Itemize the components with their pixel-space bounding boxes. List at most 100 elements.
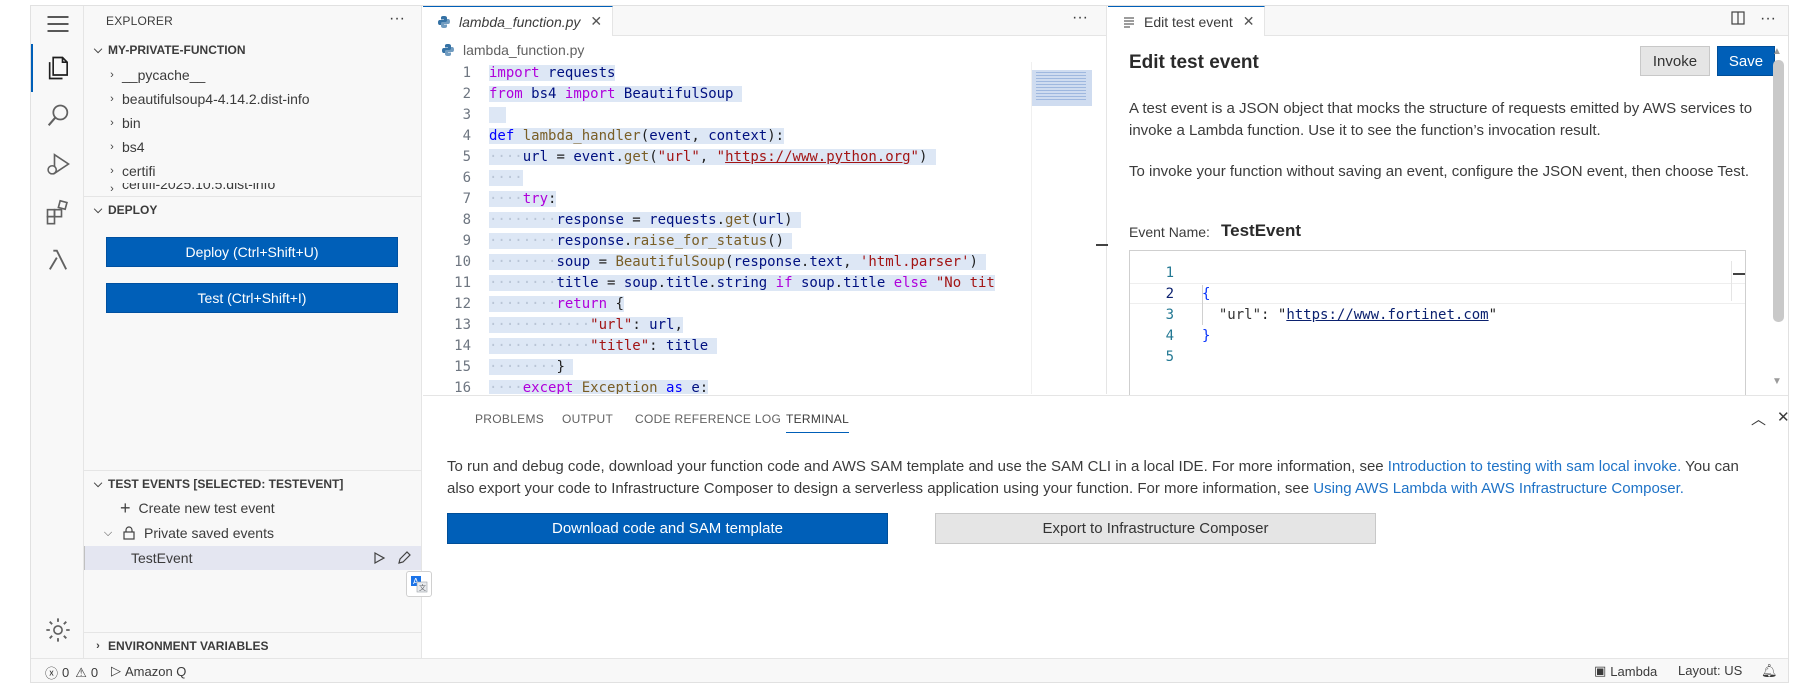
split-editor-icon[interactable] [1730, 10, 1746, 31]
sam-local-invoke-link[interactable]: Introduction to testing with sam local i… [1388, 458, 1681, 475]
private-saved-events-label: Private saved events [144, 525, 274, 541]
tab-edit-test-event[interactable]: Edit test event ✕ [1108, 6, 1266, 36]
tree-item-certifi[interactable]: › certifi [84, 159, 421, 183]
chevron-down-icon: ⌵ [93, 477, 103, 490]
tree-item-bs4[interactable]: › bs4 [84, 135, 421, 159]
run-debug-icon[interactable] [31, 140, 84, 188]
tab-output[interactable]: OUTPUT [562, 412, 613, 426]
notifications-bell-icon[interactable]: 🔔︎ [1761, 663, 1778, 679]
json-editor[interactable]: 1 2{ 3 "url": "https://www.fortinet.com"… [1129, 250, 1746, 400]
create-test-event-item[interactable]: + Create new test event [84, 496, 421, 520]
tree-item-label: __pycache__ [122, 67, 206, 83]
invoke-button[interactable]: Invoke [1640, 46, 1710, 76]
scrollbar-thumb[interactable] [1773, 60, 1784, 322]
tab-terminal[interactable]: TERMINAL [786, 412, 850, 433]
lambda-icon[interactable] [31, 236, 84, 284]
overview-ruler-mark [1733, 273, 1745, 275]
tree-item-pycache[interactable]: › __pycache__ [84, 63, 421, 87]
save-button[interactable]: Save [1717, 46, 1775, 76]
lambda-status[interactable]: ▣ Lambda [1594, 663, 1657, 679]
search-icon[interactable] [31, 92, 84, 140]
more-actions-icon[interactable]: ··· [1760, 10, 1776, 31]
code-area[interactable]: 1 import requests 2 from bs4 import Beauti… [423, 62, 1013, 394]
json-line: 4} [1165, 327, 1211, 344]
test-event-row[interactable]: TestEvent [84, 546, 421, 570]
download-code-button[interactable]: Download code and SAM template [447, 513, 888, 544]
private-saved-events-item[interactable]: ⌵ Private saved events [84, 521, 421, 545]
document-icon [1124, 16, 1134, 28]
code-line: 4 def lambda_handler(event, context): [462, 127, 785, 144]
menu-icon[interactable] [31, 6, 84, 42]
panel-title: Edit test event [1129, 52, 1259, 73]
code-line: 1 import requests [462, 64, 616, 81]
python-file-icon [438, 15, 450, 28]
edit-pencil-icon[interactable] [396, 550, 412, 566]
tree-item-bin[interactable]: › bin [84, 111, 421, 135]
chevron-right-icon: › [110, 183, 114, 193]
close-panel-icon[interactable]: ✕ [1777, 408, 1788, 426]
keyboard-layout-status[interactable]: Layout: US [1678, 663, 1742, 678]
json-line: 3 "url": "https://www.fortinet.com" [1165, 306, 1498, 323]
warning-count: 0 [90, 665, 99, 680]
scroll-down-icon[interactable]: ▼ [1772, 376, 1782, 387]
deploy-button[interactable]: Deploy (Ctrl+Shift+U) [106, 237, 398, 267]
tree-item-label: bin [122, 115, 141, 131]
code-line: 15 ········} [454, 358, 574, 375]
error-count: 0 [62, 665, 70, 680]
json-overview-ruler [1731, 261, 1745, 301]
code-line: 9 ········response.raise_for_status() [462, 232, 793, 249]
editor-tab-bar: lambda_function.py ✕ ··· [423, 6, 1106, 36]
settings-gear-icon[interactable] [31, 606, 84, 654]
section-divider [84, 632, 421, 633]
json-line: 1 [1165, 264, 1174, 281]
chevron-right-icon: › [110, 93, 114, 105]
event-name-value[interactable]: TestEvent [1221, 221, 1301, 241]
tab-label: lambda_function.py [459, 13, 581, 30]
tree-item-certifi-dist-info[interactable]: › certifi-2025.10.5.dist-info [84, 183, 421, 193]
editor-tab-bar: Edit test event ✕ ··· [1108, 6, 1788, 36]
more-actions-icon[interactable]: ··· [389, 10, 405, 28]
svg-text:文: 文 [419, 583, 426, 592]
close-icon[interactable]: ✕ [1243, 13, 1255, 30]
breadcrumb[interactable]: lambda_function.py [441, 39, 584, 61]
amazon-q-label: Amazon Q [125, 663, 187, 679]
amazon-q-status[interactable]: ▷ Amazon Q [111, 663, 186, 679]
export-composer-button[interactable]: Export to Infrastructure Composer [935, 513, 1376, 544]
code-line: 3 [423, 104, 1013, 125]
section-divider [84, 470, 421, 471]
minimap[interactable] [1031, 62, 1108, 394]
infrastructure-composer-link[interactable]: Using AWS Lambda with AWS Infrastructure… [1313, 480, 1684, 497]
more-actions-icon[interactable]: ··· [1072, 9, 1088, 27]
code-line: 6 ···· [462, 169, 523, 186]
tab-lambda-function[interactable]: lambda_function.py ✕ [423, 6, 614, 36]
tree-item-bs4-dist-info[interactable]: › beautifulsoup4-4.14.2.dist-info [84, 87, 421, 111]
play-icon: ▷ [111, 663, 121, 678]
explorer-icon[interactable] [31, 44, 84, 92]
deploy-section-label: DEPLOY [108, 203, 158, 217]
code-line: 10 ········soup = BeautifulSoup(response.… [454, 253, 987, 270]
editor-actions: ··· [1730, 10, 1776, 31]
scroll-up-icon[interactable]: ▲ [1772, 46, 1782, 57]
test-event-description: A test event is a JSON object that mocks… [1129, 100, 1753, 139]
run-event-play-icon[interactable] [372, 551, 386, 565]
chevron-right-icon: › [110, 117, 114, 129]
code-line: 14 ············"title": title [423, 335, 1013, 356]
sam-info-text: To run and debug code, download your fun… [447, 456, 1767, 500]
deploy-section-header[interactable]: ⌵ DEPLOY [84, 199, 421, 221]
maximize-panel-icon[interactable]: ︿ [1751, 408, 1766, 429]
folder-section-header[interactable]: ⌵ MY-PRIVATE-FUNCTION [84, 39, 421, 61]
tab-problems[interactable]: PROBLEMS [475, 412, 544, 426]
env-variables-section-header[interactable]: › ENVIRONMENT VARIABLES [84, 635, 421, 657]
folder-name: MY-PRIVATE-FUNCTION [108, 43, 246, 57]
translate-icon[interactable]: A文 [406, 571, 432, 597]
plus-icon: + [120, 497, 131, 518]
code-editor-group: lambda_function.py ✕ ··· lambda_function… [423, 6, 1108, 394]
test-button[interactable]: Test (Ctrl+Shift+I) [106, 283, 398, 313]
close-icon[interactable]: ✕ [590, 13, 602, 30]
tab-code-reference-log[interactable]: CODE REFERENCE LOG [635, 412, 781, 426]
problems-status[interactable]: ⓧ 0 ⚠ 0 [45, 663, 98, 682]
extensions-icon[interactable] [31, 188, 84, 236]
test-events-section-header[interactable]: ⌵ TEST EVENTS [SELECTED: TESTEVENT] [84, 473, 421, 495]
event-name-label: Event Name: [1129, 224, 1210, 240]
panel-scrollbar[interactable]: ▲ ▼ [1772, 46, 1784, 391]
